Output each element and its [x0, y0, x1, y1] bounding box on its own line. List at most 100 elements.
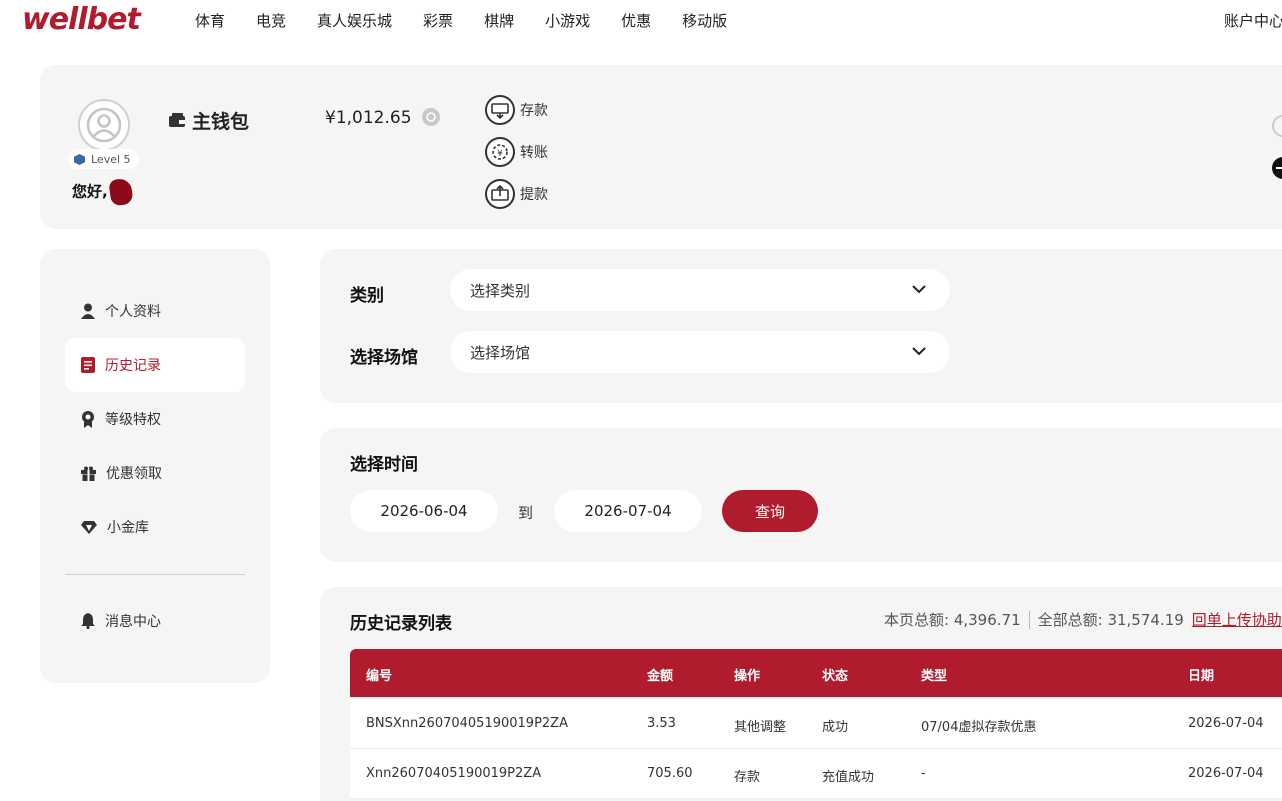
- wallet-label: 主钱包: [192, 111, 250, 133]
- nav-live-casino[interactable]: 真人娱乐城: [317, 10, 392, 31]
- nav-esports[interactable]: 电竞: [256, 10, 286, 31]
- history-totals: 本页总额: 4,396.71 全部总额: 31,574.19 回单上传协助: [884, 609, 1282, 630]
- deposit-label: 存款: [520, 103, 548, 119]
- nav-lottery[interactable]: 彩票: [423, 10, 453, 31]
- medal-icon: [82, 410, 94, 428]
- nav-mobile[interactable]: 移动版: [682, 10, 727, 31]
- sidebar-item-promotions[interactable]: 优惠领取: [65, 446, 245, 500]
- sidebar-item-messages[interactable]: 消息中心: [65, 594, 245, 648]
- transfer-label: 转账: [520, 145, 548, 161]
- cell-type: 07/04虚拟存款优惠: [921, 720, 1037, 735]
- withdraw-button[interactable]: 提款: [485, 179, 548, 209]
- refresh-icon: [426, 112, 436, 122]
- account-sidebar: 个人资料 历史记录 等级特权 优惠领取 小金库 消息中心: [40, 249, 270, 683]
- redacted-username: [108, 177, 134, 207]
- table-row[interactable]: BNSXnn26070405190019P2ZA 3.53 其他调整 成功 07…: [350, 699, 1282, 749]
- column-header-date[interactable]: 日期: [1188, 665, 1214, 684]
- table-row[interactable]: Xnn26070405190019P2ZA 705.60 存款 充值成功 - 2…: [350, 749, 1282, 799]
- sidebar-item-label: 优惠领取: [106, 466, 162, 482]
- nav-promotions[interactable]: 优惠: [621, 10, 651, 31]
- top-navbar: wellbet 体育 电竞 真人娱乐城 彩票 棋牌 小游戏 优惠 移动版 账户中…: [0, 0, 1282, 40]
- column-header-amount[interactable]: 金额: [647, 665, 673, 684]
- avatar[interactable]: [78, 99, 130, 151]
- deposit-button[interactable]: 存款: [485, 95, 548, 125]
- date-filter-card: 选择时间 2026-06-04 到 2026-07-04 查询: [320, 428, 1282, 562]
- cell-status: 成功: [822, 720, 849, 735]
- cell-date: 2026-07-04: [1188, 716, 1264, 731]
- column-header-operation[interactable]: 操作: [734, 665, 760, 684]
- nav-card-games[interactable]: 棋牌: [484, 10, 514, 31]
- bell-icon: [81, 613, 95, 629]
- category-select-value: 选择类别: [470, 281, 531, 300]
- table-header: 编号 金额 操作 状态 类型 日期: [350, 649, 1282, 697]
- main-nav: 体育 电竞 真人娱乐城 彩票 棋牌 小游戏 优惠 移动版: [195, 10, 758, 31]
- withdraw-icon: [485, 179, 515, 209]
- greeting-text: 您好,: [72, 182, 108, 201]
- level-text: Level 5: [91, 152, 131, 166]
- cell-type: -: [921, 766, 926, 781]
- cell-id: Xnn26070405190019P2ZA: [366, 766, 542, 781]
- sidebar-item-label: 等级特权: [105, 412, 161, 428]
- column-header-type[interactable]: 类型: [921, 665, 947, 684]
- time-label: 选择时间: [350, 455, 418, 475]
- venue-select-value: 选择场馆: [470, 343, 531, 362]
- sidebar-item-history[interactable]: 历史记录: [65, 338, 245, 392]
- sidebar-item-label: 历史记录: [105, 358, 161, 374]
- account-center-link[interactable]: 账户中心: [1224, 10, 1282, 31]
- cell-amount: 3.53: [647, 716, 676, 731]
- level-badge: Level 5: [68, 149, 139, 169]
- add-wallet-icon[interactable]: [1272, 157, 1282, 179]
- page-total: 本页总额: 4,396.71: [884, 611, 1021, 629]
- cell-amount: 705.60: [647, 766, 693, 781]
- level-gem-icon: [74, 153, 85, 165]
- totals-divider: [1028, 610, 1030, 629]
- venue-select[interactable]: 选择场馆: [450, 331, 950, 373]
- user-icon: [81, 303, 95, 319]
- history-list-title: 历史记录列表: [350, 614, 452, 634]
- date-to-input[interactable]: 2026-07-04: [554, 490, 702, 532]
- all-total: 全部总额: 31,574.19: [1037, 611, 1184, 629]
- history-list-card: 历史记录列表 本页总额: 4,396.71 全部总额: 31,574.19 回单…: [320, 587, 1282, 801]
- chevron-down-icon: [912, 347, 926, 356]
- cell-date: 2026-07-04: [1188, 766, 1264, 781]
- deposit-icon: [485, 95, 515, 125]
- category-select[interactable]: 选择类别: [450, 269, 950, 311]
- history-icon: [81, 357, 95, 373]
- sidebar-item-label: 小金库: [107, 520, 149, 536]
- sidebar-item-label: 消息中心: [105, 614, 161, 630]
- sidebar-item-vip[interactable]: 等级特权: [65, 392, 245, 446]
- greeting: 您好,: [72, 177, 134, 207]
- receipt-upload-link[interactable]: 回单上传协助: [1192, 609, 1282, 630]
- sidebar-divider: [65, 574, 245, 575]
- venue-label: 选择场馆: [350, 348, 418, 368]
- user-avatar-icon: [86, 107, 122, 143]
- cell-operation: 其他调整: [734, 720, 787, 735]
- date-range-separator: 到: [518, 504, 534, 522]
- cell-id: BNSXnn26070405190019P2ZA: [366, 716, 568, 731]
- settings-icon[interactable]: [1272, 115, 1282, 137]
- brand-logo[interactable]: wellbet: [22, 2, 141, 37]
- nav-sports[interactable]: 体育: [195, 10, 225, 31]
- transfer-icon: ¥: [485, 137, 515, 167]
- wallet-balance: ¥1,012.65: [325, 108, 412, 128]
- transfer-button[interactable]: ¥ 转账: [485, 137, 548, 167]
- withdraw-label: 提款: [520, 187, 548, 203]
- svg-text:¥: ¥: [497, 149, 503, 159]
- chevron-down-icon: [912, 285, 926, 294]
- date-from-input[interactable]: 2026-06-04: [350, 490, 498, 532]
- sidebar-item-profile[interactable]: 个人资料: [65, 284, 245, 338]
- sidebar-item-label: 个人资料: [105, 304, 161, 320]
- wallet-icon: [169, 112, 185, 127]
- nav-mini-games[interactable]: 小游戏: [545, 10, 590, 31]
- column-header-id[interactable]: 编号: [366, 665, 392, 684]
- cell-status: 充值成功: [822, 770, 875, 785]
- sidebar-item-vault[interactable]: 小金库: [65, 500, 245, 554]
- filter-card: 类别 选择类别 选择场馆 选择场馆: [320, 249, 1282, 403]
- diamond-icon: [81, 520, 97, 534]
- query-button[interactable]: 查询: [722, 490, 818, 532]
- profile-card: Level 5 您好, 主钱包 ¥1,012.65 存款 ¥ 转账 提款: [40, 65, 1282, 229]
- refresh-balance-button[interactable]: [422, 108, 440, 126]
- column-header-status[interactable]: 状态: [822, 665, 848, 684]
- gift-icon: [81, 466, 96, 481]
- category-label: 类别: [350, 286, 384, 306]
